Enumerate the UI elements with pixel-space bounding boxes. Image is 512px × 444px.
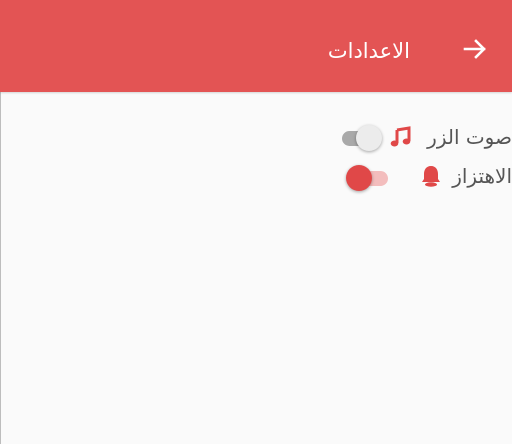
music-note-icon <box>390 125 412 149</box>
bell-icon <box>420 164 442 188</box>
vibration-toggle[interactable] <box>346 162 394 194</box>
app-bar: الاعدادات <box>0 0 512 92</box>
setting-row-vibration: الاهتزاز <box>312 159 512 195</box>
button-sound-label: صوت الزر <box>427 125 512 149</box>
back-button[interactable] <box>458 34 492 68</box>
arrow-right-icon <box>462 36 488 66</box>
vibration-label: الاهتزاز <box>452 164 512 188</box>
setting-row-button-sound: صوت الزر <box>312 120 512 156</box>
content-border <box>0 92 1 444</box>
switch-thumb <box>346 165 372 191</box>
button-sound-toggle[interactable] <box>338 122 386 154</box>
page-title: الاعدادات <box>327 39 410 63</box>
switch-thumb <box>356 125 382 151</box>
